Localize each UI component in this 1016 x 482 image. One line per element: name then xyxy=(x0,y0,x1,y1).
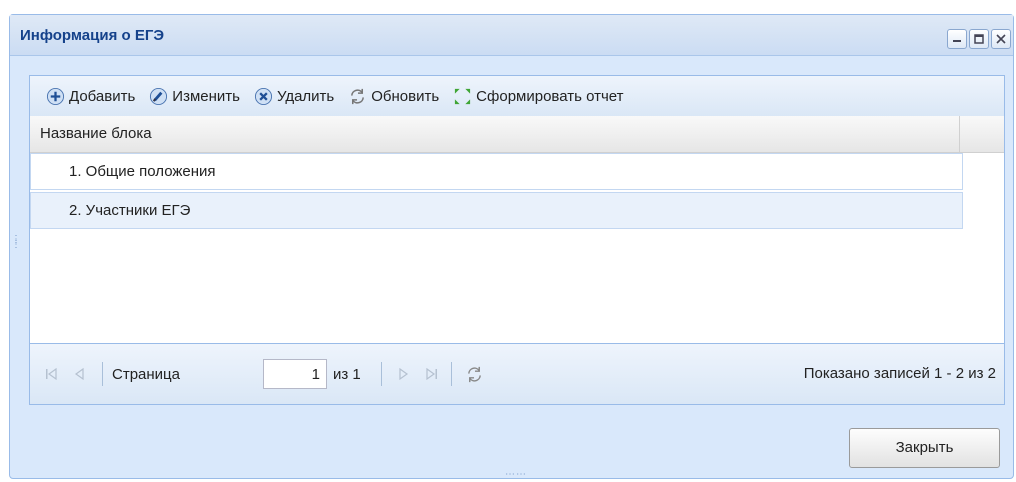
next-page-icon[interactable] xyxy=(395,344,411,404)
grid-panel: Добавить Изменить Удалить Обновить Сформ… xyxy=(29,75,1005,405)
refresh-button-label: Обновить xyxy=(371,87,440,105)
last-page-icon[interactable] xyxy=(423,344,439,404)
close-icon[interactable] xyxy=(991,29,1011,49)
generate-report-button-label: Сформировать отчет xyxy=(476,87,624,105)
resize-grip-bottom[interactable]: ⋯⋯ xyxy=(505,470,527,480)
add-button-label: Добавить xyxy=(69,87,136,105)
page-number-input[interactable] xyxy=(263,359,327,389)
table-row[interactable]: 2. Участники ЕГЭ xyxy=(30,192,963,229)
page-label: Страница xyxy=(112,365,180,383)
refresh-icon xyxy=(351,88,365,104)
dialog-window: ⋯⋯ ⋮⋮ Информация о ЕГЭ Добавить Изменить xyxy=(9,14,1014,480)
grid-header: Название блока xyxy=(30,116,1004,153)
refresh-button[interactable]: Обновить xyxy=(344,85,443,108)
edit-icon xyxy=(150,87,168,105)
page-total-label: из 1 xyxy=(333,365,361,383)
generate-report-button[interactable]: Сформировать отчет xyxy=(449,85,627,108)
paging-toolbar: Страница из 1 Показано записей 1 - 2 из … xyxy=(30,343,1004,404)
prev-page-icon[interactable] xyxy=(72,344,88,404)
refresh-icon[interactable] xyxy=(465,344,484,404)
title-bar[interactable]: Информация о ЕГЭ xyxy=(10,15,1013,56)
window-title: Информация о ЕГЭ xyxy=(20,27,165,44)
pager-separator xyxy=(381,362,382,386)
window-tools xyxy=(947,29,1011,49)
add-button[interactable]: Добавить xyxy=(42,85,139,108)
minimize-icon[interactable] xyxy=(947,29,967,49)
resize-grip-left[interactable]: ⋮ ⋮ xyxy=(11,235,21,250)
delete-button[interactable]: Удалить xyxy=(250,85,338,108)
table-row[interactable]: 1. Общие положения xyxy=(30,153,963,190)
pager-separator xyxy=(102,362,103,386)
edit-button-label: Изменить xyxy=(172,87,240,105)
delete-button-label: Удалить xyxy=(276,87,335,105)
add-icon xyxy=(46,87,65,105)
pager-separator xyxy=(451,362,452,386)
expand-arrows-icon xyxy=(455,88,471,104)
delete-icon xyxy=(254,87,273,105)
first-page-icon[interactable] xyxy=(44,344,60,404)
close-button[interactable]: Закрыть xyxy=(849,428,1000,468)
grid-body: 1. Общие положения 2. Участники ЕГЭ xyxy=(30,153,1004,343)
toolbar: Добавить Изменить Удалить Обновить Сформ… xyxy=(30,76,1004,117)
records-info: Показано записей 1 - 2 из 2 xyxy=(803,365,996,382)
edit-button[interactable]: Изменить xyxy=(145,85,244,108)
column-header-block-name[interactable]: Название блока xyxy=(30,116,960,152)
maximize-icon[interactable] xyxy=(969,29,989,49)
